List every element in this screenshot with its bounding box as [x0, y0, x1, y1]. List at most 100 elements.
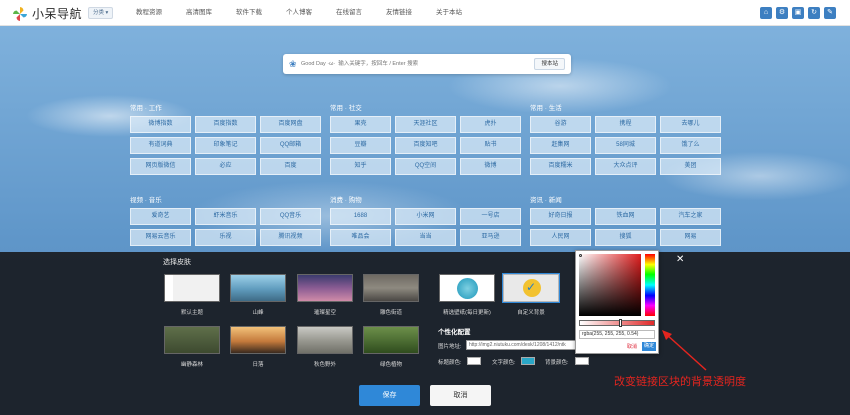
theme-thumbnail[interactable]: [363, 326, 419, 354]
link-tile[interactable]: 百度: [260, 158, 321, 175]
link-tile[interactable]: QQ音乐: [260, 208, 321, 225]
logo-text: 小呆导航: [32, 7, 83, 21]
link-tile[interactable]: 去哪儿: [660, 116, 721, 133]
link-tile[interactable]: 美团: [660, 158, 721, 175]
link-tile[interactable]: 贴书: [460, 137, 521, 154]
theme-thumbnail[interactable]: [297, 326, 353, 354]
link-tile[interactable]: 百度知吧: [395, 137, 456, 154]
theme-thumbnail[interactable]: [164, 274, 220, 302]
nav-item[interactable]: 教程资源: [124, 0, 174, 26]
link-tile[interactable]: 微博: [460, 158, 521, 175]
save-button[interactable]: 保存: [359, 385, 420, 406]
gear-icon[interactable]: ⚙: [776, 7, 788, 19]
hue-slider[interactable]: [645, 254, 655, 316]
link-tile[interactable]: 百度网盘: [260, 116, 321, 133]
theme-thumbnail[interactable]: [164, 326, 220, 354]
main-nav: 教程资源 高清图库 软件下载 个人博客 在线留言 友情链接 关于本站: [124, 0, 474, 26]
logo[interactable]: 小呆导航: [12, 5, 82, 22]
image-icon[interactable]: ▣: [792, 7, 804, 19]
link-tile[interactable]: QQ邮箱: [260, 137, 321, 154]
nav-item[interactable]: 友情链接: [374, 0, 424, 26]
text-color-swatch[interactable]: [521, 357, 535, 365]
link-tile[interactable]: 乐视: [195, 229, 256, 246]
link-tile[interactable]: 虎扑: [460, 116, 521, 133]
image-url-field[interactable]: http://img2.niutuku.com/desk/1208/1412/n…: [466, 340, 578, 350]
link-tile[interactable]: 小米网: [395, 208, 456, 225]
search-button[interactable]: 搜本站: [534, 58, 565, 70]
theme-thumbnail[interactable]: [230, 274, 286, 302]
link-tile[interactable]: 豆瓣: [330, 137, 391, 154]
close-icon[interactable]: ✕: [676, 254, 684, 265]
group-title: 常用 · 生活: [530, 105, 562, 112]
link-tile[interactable]: 网页版微信: [130, 158, 191, 175]
bg-color-swatch[interactable]: [575, 357, 589, 365]
category-dropdown[interactable]: 分类 ▾: [88, 7, 114, 19]
link-tile[interactable]: 好奇日报: [530, 208, 591, 225]
picker-cancel-link[interactable]: 取消: [627, 343, 637, 350]
nav-item[interactable]: 个人博客: [274, 0, 324, 26]
picker-ok-button[interactable]: 确定: [642, 342, 656, 351]
link-grid: 好奇日报 铁血网 汽车之家人民网 搜狐 网易: [530, 208, 721, 246]
link-tile[interactable]: 58同城: [595, 137, 656, 154]
annotation-text: 改变链接区块的背景透明度: [614, 376, 746, 388]
home-icon[interactable]: ⌂: [760, 7, 772, 19]
link-tile[interactable]: 微博指数: [130, 116, 191, 133]
edit-icon[interactable]: ✎: [824, 7, 836, 19]
theme-label: 秋色野外: [313, 362, 336, 368]
link-tile[interactable]: 大众点评: [595, 158, 656, 175]
cancel-button[interactable]: 取消: [430, 385, 491, 406]
sv-cursor[interactable]: [579, 254, 582, 257]
link-tile[interactable]: 腾讯视频: [260, 229, 321, 246]
bg-color-label: 背景颜色:: [545, 360, 569, 366]
nav-item[interactable]: 关于本站: [424, 0, 474, 26]
nav-item[interactable]: 软件下载: [224, 0, 274, 26]
pinwheel-logo-icon: [12, 6, 28, 22]
link-tile[interactable]: 网易云音乐: [130, 229, 191, 246]
title-color-swatch[interactable]: [467, 357, 481, 365]
nav-item[interactable]: 高清图库: [174, 0, 224, 26]
theme-label: 雕色街道: [379, 310, 402, 316]
link-tile[interactable]: 果壳: [330, 116, 391, 133]
link-tile[interactable]: 印象笔记: [195, 137, 256, 154]
saturation-value-area[interactable]: [579, 254, 641, 316]
link-tile[interactable]: 百度糯米: [530, 158, 591, 175]
link-tile[interactable]: 网易: [660, 229, 721, 246]
link-tile[interactable]: 赶集网: [530, 137, 591, 154]
alpha-slider[interactable]: [579, 319, 655, 327]
image-url-label: 图片地址:: [438, 344, 462, 350]
link-tile[interactable]: 唯品会: [330, 229, 391, 246]
alpha-handle[interactable]: [619, 319, 622, 327]
link-tile[interactable]: 虾米音乐: [195, 208, 256, 225]
link-tile[interactable]: 当当: [395, 229, 456, 246]
link-tile[interactable]: 有道词典: [130, 137, 191, 154]
color-value-field[interactable]: rgba(255, 255, 255, 0.54): [579, 330, 655, 339]
link-tile[interactable]: 一号店: [460, 208, 521, 225]
group-social: 常用 · 社交 果壳 天涯社区 虎扑 豆瓣 百度知吧 贴书 知乎 QQ空间 微博: [330, 104, 521, 175]
theme-thumbnail[interactable]: [502, 273, 560, 303]
link-tile[interactable]: 亚马逊: [460, 229, 521, 246]
link-tile[interactable]: 天涯社区: [395, 116, 456, 133]
link-tile[interactable]: 汽车之家: [660, 208, 721, 225]
link-tile[interactable]: 必应: [195, 158, 256, 175]
group-life: 常用 · 生活谷游 携程 去哪儿赶集网 58同城 饿了么百度糯米 大众点评 美团: [530, 104, 721, 175]
theme-label: 自定义背景: [517, 310, 545, 316]
theme-thumbnail[interactable]: [439, 274, 495, 302]
link-tile[interactable]: 饿了么: [660, 137, 721, 154]
nav-item[interactable]: 在线留言: [324, 0, 374, 26]
link-tile[interactable]: 搜狐: [595, 229, 656, 246]
link-tile[interactable]: 知乎: [330, 158, 391, 175]
link-tile[interactable]: 1688: [330, 208, 391, 225]
link-tile[interactable]: 铁血网: [595, 208, 656, 225]
search-input[interactable]: [301, 58, 501, 70]
theme-thumbnail[interactable]: [230, 326, 286, 354]
theme-thumbnail[interactable]: [363, 274, 419, 302]
link-tile[interactable]: 携程: [595, 116, 656, 133]
refresh-icon[interactable]: ↻: [808, 7, 820, 19]
link-tile[interactable]: 谷游: [530, 116, 591, 133]
search-box: ❀ 搜本站: [283, 54, 571, 74]
theme-thumbnail[interactable]: [297, 274, 353, 302]
link-tile[interactable]: 人民网: [530, 229, 591, 246]
link-tile[interactable]: QQ空间: [395, 158, 456, 175]
link-tile[interactable]: 爱奇艺: [130, 208, 191, 225]
link-tile[interactable]: 百度指数: [195, 116, 256, 133]
